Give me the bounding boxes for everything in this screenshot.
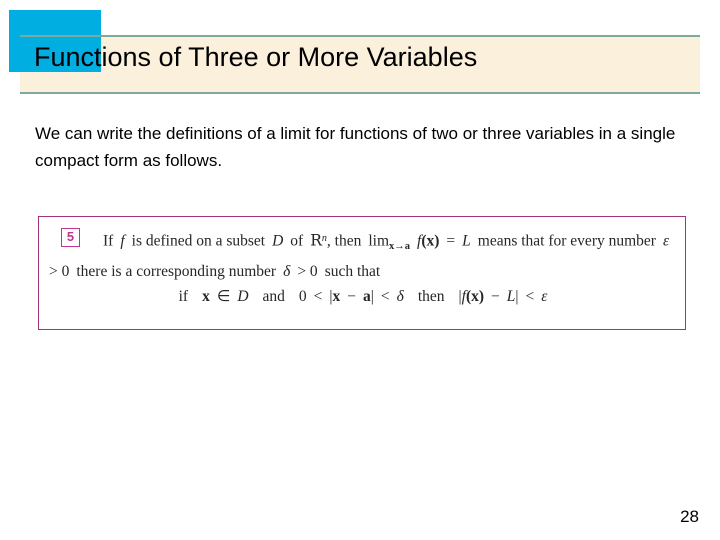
- def-argument-x: (x): [421, 232, 440, 250]
- disp-word-and: and: [262, 288, 285, 305]
- disp-less-than-2: <: [380, 288, 390, 305]
- disp-symbol-delta: δ: [396, 288, 404, 305]
- def-symbol-delta: δ: [283, 262, 291, 280]
- disp-symbol-x2: x: [332, 288, 341, 305]
- def-lim-subscript: x→a: [389, 240, 410, 252]
- def-symbol-epsilon: ε: [662, 232, 670, 250]
- def-symbol-real-numbers: R: [310, 231, 322, 250]
- disp-less-than-1: <: [313, 288, 323, 305]
- disp-word-if: if: [178, 288, 189, 305]
- body-paragraph: We can write the definitions of a limit …: [35, 124, 676, 170]
- definition-statement-text: If f is defined on a subset Dof Rn, then limx…: [49, 226, 677, 284]
- definition-display-equation: if x ∈ Dand 0 < |x − a| < δ then |f(x) − L| < ε: [39, 285, 687, 309]
- disp-symbol-x: x: [202, 288, 210, 305]
- slide-header: Functions of Three or More Variables: [0, 0, 720, 100]
- disp-argument-x: (x): [465, 288, 485, 305]
- disp-less-than-3: <: [525, 288, 535, 305]
- def-phrase-such-that: such that: [324, 262, 381, 280]
- disp-symbol-D: D: [237, 288, 249, 305]
- disp-abs-close-2: |: [515, 288, 519, 305]
- disp-symbol-epsilon: ε: [541, 288, 548, 305]
- page-number: 28: [680, 507, 699, 526]
- def-operator-lim: lim: [368, 232, 389, 250]
- banner-rule-bottom: [20, 92, 700, 94]
- disp-minus-1: −: [347, 288, 357, 305]
- disp-zero: 0: [298, 288, 307, 305]
- def-epsilon-positive: > 0: [49, 262, 70, 280]
- def-word-of: of: [290, 232, 304, 250]
- def-word-if: If: [103, 232, 114, 250]
- disp-element-of: ∈: [216, 288, 231, 305]
- banner-rule-top: [20, 35, 700, 37]
- definition-box-content: 5 If f is defined on a subset Dof Rn, then li…: [39, 217, 685, 329]
- def-phrase-defined-on-subset: is defined on a subset: [131, 232, 266, 250]
- disp-word-then: then: [417, 288, 445, 305]
- def-symbol-D: D: [272, 232, 284, 250]
- page-title: Functions of Three or More Variables: [34, 42, 478, 72]
- def-delta-positive: > 0: [297, 262, 318, 280]
- def-symbol-f: f: [120, 232, 125, 250]
- def-phrase-means-that-for-every-number: means that for every number: [477, 232, 656, 250]
- def-phrase-then: , then: [326, 232, 362, 250]
- def-phrase-corresponding-number: there is a corresponding number: [76, 262, 277, 280]
- disp-symbol-a: a: [363, 288, 371, 305]
- disp-minus-2: −: [491, 288, 500, 305]
- definition-box: 5 If f is defined on a subset Dof Rn, then li…: [38, 216, 686, 330]
- def-symbol-L: L: [462, 232, 471, 250]
- disp-abs-close-1: |: [370, 288, 374, 305]
- def-equals-sign: =: [446, 232, 456, 250]
